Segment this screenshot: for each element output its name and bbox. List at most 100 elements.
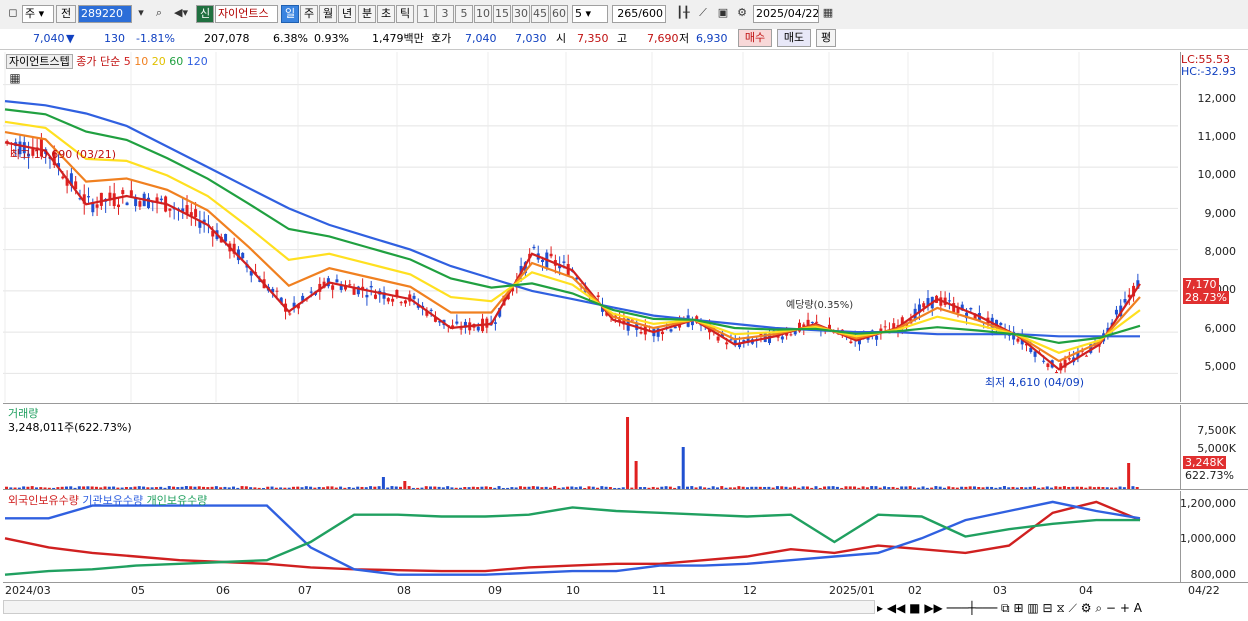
font-size-icon[interactable]: A	[1134, 601, 1142, 615]
ma-5-label: 5	[123, 55, 131, 68]
main-toolbar: ◻ 주 ▾ 전 289220 ▾ ⌕ ◀▾ 신 자이언트스 일 주 월 년 분 …	[0, 0, 1248, 30]
x-tick-11: 11	[652, 584, 666, 597]
line-tool-icon[interactable]: ⟋	[694, 5, 712, 23]
minute-3[interactable]: 3	[436, 5, 454, 23]
calendar-icon[interactable]: ▦	[819, 5, 837, 23]
candle-body	[883, 326, 887, 328]
ask-price-2: 7,030	[515, 32, 547, 45]
chart-type-icon[interactable]: ▥	[1027, 601, 1038, 615]
scroll-right-icon[interactable]: ▸	[877, 601, 883, 615]
candle-body	[1067, 358, 1071, 360]
candle-body	[129, 190, 133, 196]
save-icon[interactable]: ▣	[714, 5, 732, 23]
minus-icon[interactable]: −	[1106, 601, 1116, 615]
volume-bar	[681, 447, 685, 489]
ma-120-label: 120	[186, 55, 208, 68]
candle-body	[241, 252, 245, 259]
candle-body	[780, 336, 784, 340]
high-note: 최고 10,690 (03/21)	[10, 148, 117, 161]
count-input[interactable]: 265/600	[612, 5, 666, 23]
minute-60[interactable]: 60	[550, 5, 568, 23]
hold-tick-1000000: 1,000,000	[1180, 532, 1236, 545]
period-week[interactable]: 주	[300, 5, 318, 23]
ma-10-label: 10	[134, 55, 149, 68]
code-input[interactable]: 289220	[78, 5, 132, 23]
candle-body	[459, 328, 463, 330]
individual-holding-label: 개인보유수량	[146, 494, 208, 507]
dropdown-arrow-icon[interactable]: ▾	[132, 5, 150, 23]
period-minute[interactable]: 분	[358, 5, 376, 23]
high-label: 고	[617, 32, 628, 45]
candle-body	[159, 198, 163, 201]
stop-icon[interactable]: ■	[909, 601, 920, 615]
window-icon[interactable]: ◻	[4, 5, 22, 23]
sound-icon[interactable]: ◀▾	[168, 5, 194, 23]
ma-line-10	[4, 131, 1141, 363]
minute-10[interactable]: 10	[474, 5, 492, 23]
x-tick-05: 05	[131, 584, 145, 597]
candle-body	[168, 208, 172, 211]
plus-icon[interactable]: +	[1120, 601, 1130, 615]
forward-icon[interactable]: ▶▶	[924, 601, 942, 615]
layout-icon[interactable]: ⧉	[1001, 601, 1010, 615]
minute-45[interactable]: 45	[531, 5, 549, 23]
candle-body	[309, 291, 313, 293]
split-icon[interactable]: ⊞	[1013, 601, 1023, 615]
candle-body	[815, 321, 819, 323]
y-tick-9000: 9,000	[1204, 207, 1237, 220]
minute-15[interactable]: 15	[493, 5, 511, 23]
search-icon[interactable]: ⌕	[150, 5, 168, 23]
period-day[interactable]: 일	[281, 5, 299, 23]
price-chart[interactable]	[3, 52, 1178, 402]
x-tick-08: 08	[397, 584, 411, 597]
period-second[interactable]: 초	[377, 5, 395, 23]
buy-button[interactable]: 매수	[738, 29, 772, 47]
minute-select[interactable]: 5 ▾	[572, 5, 608, 23]
period-year[interactable]: 년	[338, 5, 356, 23]
x-tick-10: 10	[566, 584, 580, 597]
ma-label: 종가 단순	[76, 55, 121, 68]
minute-5[interactable]: 5	[455, 5, 473, 23]
chart-scrollbar[interactable]	[3, 600, 875, 614]
candle-type-icon[interactable]: ┃╂	[674, 5, 692, 23]
table-grid-icon[interactable]: ▦	[6, 70, 24, 88]
candle-body	[969, 307, 973, 310]
ask-price-1: 7,040	[465, 32, 497, 45]
candle-body	[729, 339, 733, 341]
prev-button[interactable]: 전	[56, 5, 76, 23]
compare-icon[interactable]: ⊟	[1043, 601, 1053, 615]
bottom-controls: ▸ ◀◀ ■ ▶▶ ───┼─── ⧉ ⊞ ▥ ⊟ ⧖ ⟋ ⚙ ⌕ − + A	[877, 600, 1243, 617]
x-tick-09: 09	[488, 584, 502, 597]
rewind-icon[interactable]: ◀◀	[887, 601, 905, 615]
hold-tick-800000: 800,000	[1190, 568, 1237, 581]
minute-30[interactable]: 30	[512, 5, 530, 23]
x-tick-03: 03	[993, 584, 1007, 597]
x-tick-06: 06	[216, 584, 230, 597]
hc-value: HC:-32.93	[1181, 65, 1237, 78]
count-value: 265	[617, 7, 639, 20]
candle-body	[1114, 309, 1118, 315]
open-label: 시	[556, 32, 567, 45]
line-draw-icon[interactable]: ⟋	[1069, 601, 1077, 615]
candle-body	[875, 335, 879, 340]
eval-button[interactable]: 평	[816, 29, 836, 47]
sell-button[interactable]: 매도	[777, 29, 811, 47]
stock-name-label[interactable]: 자이언트스텝	[6, 54, 73, 69]
settings-icon[interactable]: ⚙	[1081, 601, 1092, 615]
gear-icon[interactable]: ⚙	[733, 5, 751, 23]
stock-name[interactable]: 자이언트스	[215, 5, 278, 23]
period-month[interactable]: 월	[319, 5, 337, 23]
candle-body	[224, 233, 228, 242]
date-input[interactable]: 2025/04/22	[753, 5, 819, 23]
volume-bar	[1127, 463, 1131, 489]
ma-line-120	[4, 100, 1140, 338]
period-tick[interactable]: 틱	[396, 5, 414, 23]
candle-body	[391, 298, 395, 302]
volume-chart[interactable]	[3, 405, 1178, 489]
candle-body	[1123, 299, 1127, 303]
indicator-icon[interactable]: ⧖	[1056, 601, 1064, 615]
type-select[interactable]: 주 ▾	[22, 5, 54, 23]
zoom-slider[interactable]: ───┼───	[947, 601, 998, 615]
minute-1[interactable]: 1	[417, 5, 435, 23]
magnify-icon[interactable]: ⌕	[1095, 601, 1102, 615]
